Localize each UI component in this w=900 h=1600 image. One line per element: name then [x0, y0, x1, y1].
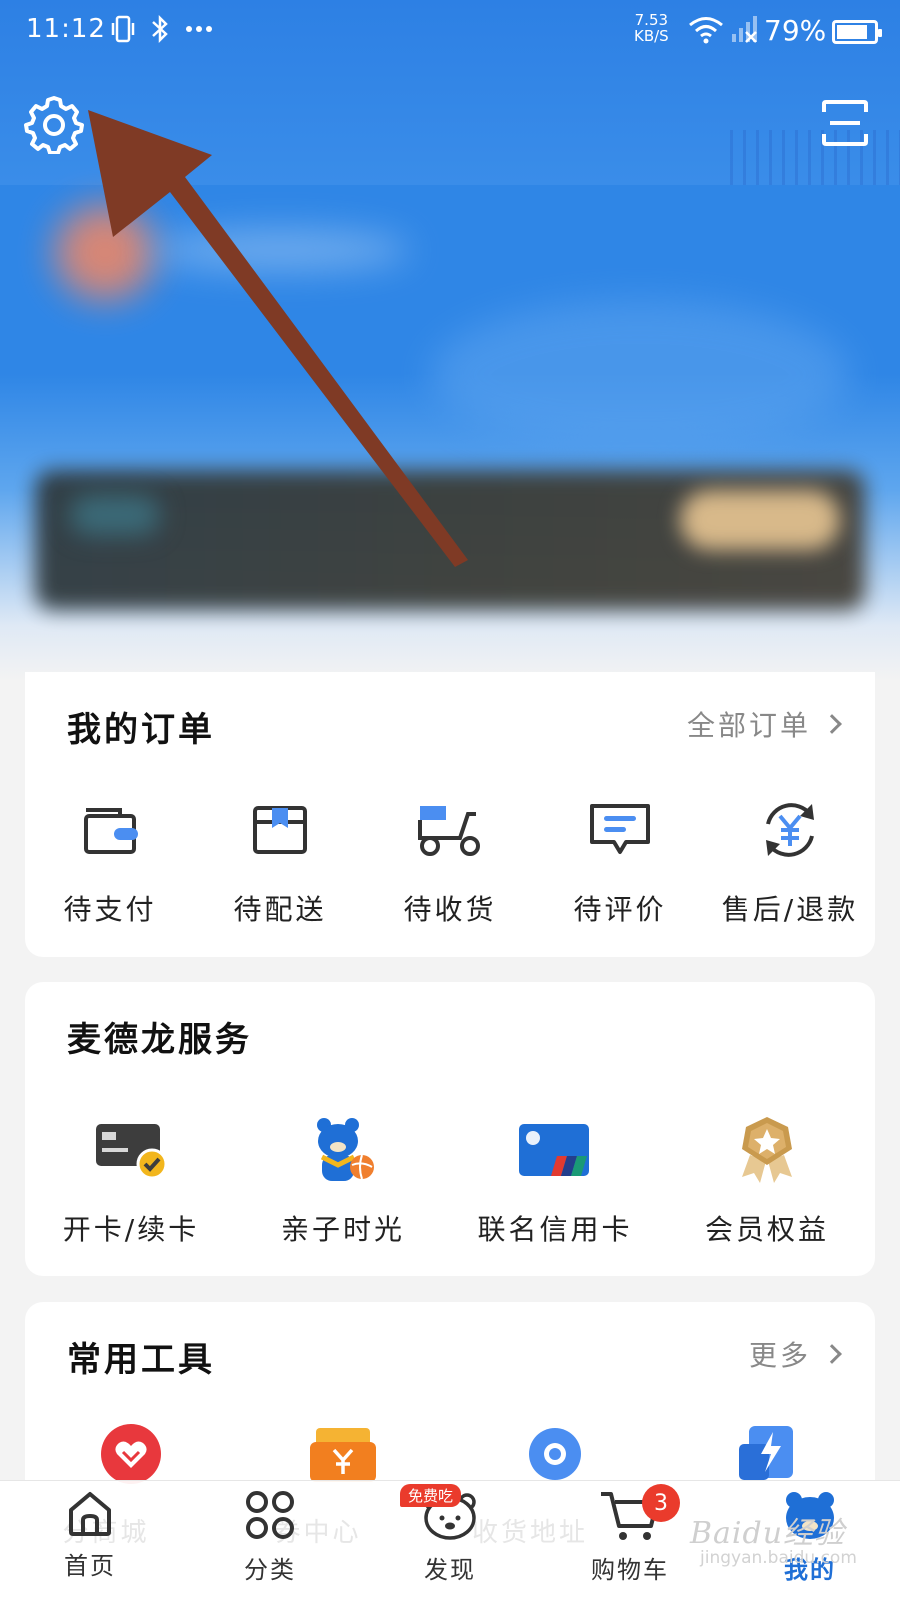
tools-row — [25, 1422, 875, 1486]
gear-icon — [24, 96, 84, 155]
orders-title: 我的订单 — [67, 710, 215, 750]
nav-cart[interactable]: 3 购物车 — [570, 1484, 690, 1585]
service-member-benefits-label: 会员权益 — [704, 1213, 829, 1246]
coupon-icon — [310, 1428, 376, 1482]
network-speed-unit: KB/S — [634, 27, 669, 45]
avatar-blurred — [55, 205, 155, 300]
header-decoration — [720, 130, 900, 185]
wallet-icon — [70, 792, 150, 868]
member-card-logo-blurred — [70, 495, 160, 535]
status-left-icons — [110, 14, 214, 44]
medal-icon — [727, 1112, 807, 1188]
baidu-watermark-url: jingyan.baidu.com — [700, 1548, 857, 1568]
service-open-card-label: 开卡/续卡 — [62, 1213, 200, 1246]
bluetooth-icon — [152, 14, 168, 44]
all-orders-link[interactable]: 全部订单 — [686, 704, 842, 744]
category-grid-icon — [246, 1491, 294, 1539]
service-open-card[interactable]: 开卡/续卡 — [25, 1112, 237, 1248]
nav-home[interactable]: 首页 — [30, 1488, 150, 1581]
service-co-branded-card-label: 联名信用卡 — [477, 1213, 633, 1246]
tools-title: 常用工具 — [67, 1340, 215, 1380]
signal-icon — [732, 16, 757, 43]
lightning-icon — [739, 1426, 793, 1480]
order-after-sale[interactable]: 售后/退款 — [705, 792, 875, 928]
all-orders-label: 全部订单 — [686, 709, 811, 742]
battery-icon — [832, 20, 882, 44]
refund-yuan-icon — [750, 792, 830, 868]
baidu-watermark: Baidu经验 — [690, 1516, 846, 1551]
tools-more-link[interactable]: 更多 — [748, 1334, 842, 1374]
package-box-icon — [240, 792, 320, 868]
order-after-sale-label: 售后/退款 — [721, 893, 859, 926]
order-pending-delivery-label: 待配送 — [233, 893, 327, 926]
tool-coupon-center[interactable] — [237, 1422, 449, 1486]
nav-category-label: 分类 — [244, 1556, 296, 1584]
free-eat-tag: 免费吃 — [400, 1484, 462, 1507]
member-card-icon — [91, 1112, 171, 1188]
vibrate-icon — [111, 15, 135, 43]
service-parent-child[interactable]: 亲子时光 — [237, 1112, 449, 1248]
more-dots-icon — [186, 26, 212, 32]
tools-more-label: 更多 — [748, 1339, 811, 1372]
nav-category[interactable]: 分类 — [210, 1488, 330, 1585]
nav-cart-label: 购物车 — [591, 1556, 669, 1584]
battery-percent: 79% — [764, 14, 827, 47]
wifi-icon — [689, 17, 723, 44]
order-pending-payment[interactable]: 待支付 — [25, 792, 195, 928]
orders-card: 我的订单 全部订单 待支付 待配送 待收货 待评价 售后/退款 — [25, 672, 875, 957]
order-pending-review[interactable]: 待评价 — [535, 792, 705, 928]
service-member-benefits[interactable]: 会员权益 — [661, 1112, 873, 1248]
location-icon — [529, 1428, 581, 1480]
username-blurred — [150, 230, 410, 270]
scan-icon — [822, 100, 868, 146]
order-pending-delivery[interactable]: 待配送 — [195, 792, 365, 928]
delivery-scooter-icon — [410, 792, 490, 868]
service-parent-child-label: 亲子时光 — [280, 1213, 405, 1246]
heart-icon — [101, 1424, 161, 1484]
nav-home-label: 首页 — [64, 1552, 116, 1580]
comment-icon — [580, 792, 660, 868]
services-title: 麦德龙服务 — [67, 1020, 252, 1060]
tool-quick[interactable] — [661, 1422, 873, 1486]
tools-card: 常用工具 更多 — [25, 1302, 875, 1502]
profile-screen: 11:12 7.53 KB/S 79% 我的订单 全部订单 待支付 待配送 待收… — [0, 0, 900, 1600]
bear-mascot-icon — [303, 1112, 383, 1188]
chevron-right-icon — [822, 714, 842, 734]
order-status-row: 待支付 待配送 待收货 待评价 售后/退款 — [25, 792, 875, 928]
settings-button[interactable] — [24, 94, 84, 155]
services-card: 麦德龙服务 开卡/续卡 亲子时光 联名信用卡 会员权益 — [25, 982, 875, 1276]
chevron-right-icon — [822, 1344, 842, 1364]
order-pending-payment-label: 待支付 — [63, 893, 157, 926]
home-icon — [69, 1492, 111, 1536]
status-time: 11:12 — [26, 14, 106, 44]
tool-points-mall[interactable] — [25, 1422, 237, 1486]
nav-discover-label: 发现 — [424, 1556, 476, 1584]
order-pending-review-label: 待评价 — [573, 893, 667, 926]
status-bar: 11:12 7.53 KB/S 79% — [0, 0, 900, 62]
member-card-button-blurred[interactable] — [680, 490, 840, 550]
order-pending-receipt[interactable]: 待收货 — [365, 792, 535, 928]
nav-discover[interactable]: 免费吃 发现 — [390, 1484, 510, 1585]
services-row: 开卡/续卡 亲子时光 联名信用卡 会员权益 — [25, 1112, 875, 1248]
order-pending-receipt-label: 待收货 — [403, 893, 497, 926]
header-graphic-blurred — [430, 300, 850, 450]
profile-header-background — [0, 0, 900, 680]
network-speed: 7.53 KB/S — [634, 12, 669, 44]
network-speed-value: 7.53 — [634, 11, 669, 29]
service-co-branded-card[interactable]: 联名信用卡 — [449, 1112, 661, 1248]
credit-card-icon — [515, 1112, 595, 1188]
scan-button[interactable] — [820, 98, 870, 148]
tool-address[interactable] — [449, 1422, 661, 1486]
cart-badge: 3 — [642, 1484, 680, 1522]
